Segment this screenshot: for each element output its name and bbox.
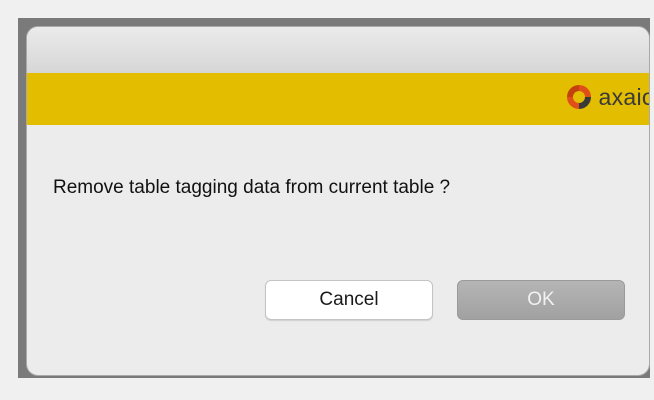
brand-name: axaio xyxy=(598,83,650,110)
axaio-logo-icon xyxy=(565,83,593,111)
ok-button[interactable]: OK xyxy=(457,280,625,320)
brand-banner: axaio xyxy=(27,73,649,125)
brand-logo: axaio xyxy=(565,83,650,111)
dialog-message: Remove table tagging data from current t… xyxy=(53,177,451,198)
dialog-titlebar[interactable] xyxy=(27,27,649,74)
confirm-dialog: axaio Remove table tagging data from cur… xyxy=(26,26,650,376)
screenshot-canvas: axaio Remove table tagging data from cur… xyxy=(0,0,654,400)
cancel-button[interactable]: Cancel xyxy=(265,280,433,320)
